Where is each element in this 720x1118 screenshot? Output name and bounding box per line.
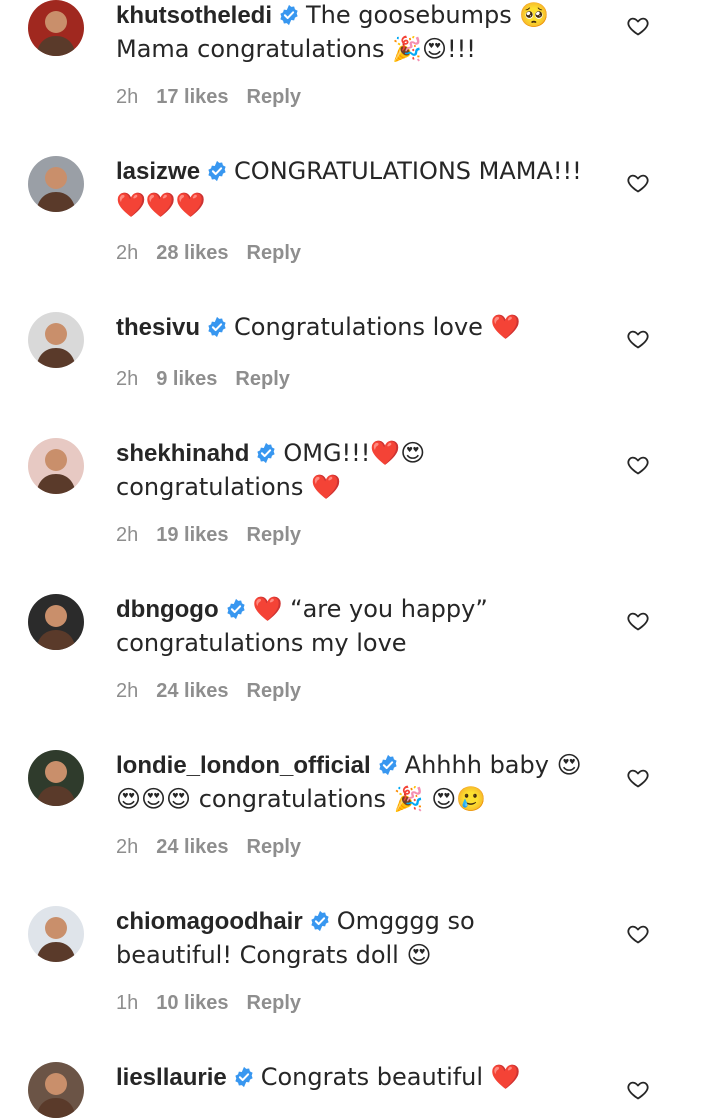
comment-text-block: lasizwe CONGRATULATIONS MAMA!!! ❤️❤️❤️ bbox=[116, 156, 596, 221]
comment-meta: 1h 10 likes Reply bbox=[116, 992, 319, 1015]
verified-badge-icon bbox=[278, 3, 300, 34]
comment-text-block: dbngogo ❤️ “are you happy” congratulation… bbox=[116, 594, 596, 659]
verified-badge-icon bbox=[309, 909, 331, 940]
verified-badge-icon bbox=[206, 315, 228, 346]
heart-outline-icon[interactable] bbox=[626, 171, 650, 195]
comment-time: 2h bbox=[116, 524, 139, 546]
avatar[interactable] bbox=[28, 156, 84, 212]
comment-time: 2h bbox=[116, 680, 139, 702]
comment-username[interactable]: thesivu bbox=[116, 314, 200, 341]
heart-outline-icon[interactable] bbox=[626, 766, 650, 790]
reply-button[interactable]: Reply bbox=[247, 86, 301, 108]
comment-likes[interactable]: 9 likes bbox=[156, 368, 217, 390]
avatar[interactable] bbox=[28, 0, 84, 56]
comment-time: 2h bbox=[116, 836, 139, 858]
verified-badge-icon bbox=[255, 441, 277, 472]
heart-outline-icon[interactable] bbox=[626, 327, 650, 351]
comment-likes[interactable]: 19 likes bbox=[156, 524, 228, 546]
comment-username[interactable]: khutsotheledi bbox=[116, 2, 272, 29]
comment-username[interactable]: londie_london_official bbox=[116, 752, 371, 779]
reply-button[interactable]: Reply bbox=[247, 680, 301, 702]
comment-meta: 2h 9 likes Reply bbox=[116, 368, 308, 391]
comment-meta: 2h 24 likes Reply bbox=[116, 680, 319, 703]
reply-button[interactable]: Reply bbox=[247, 836, 301, 858]
comment-username[interactable]: shekhinahd bbox=[116, 440, 249, 467]
comment-likes[interactable]: 10 likes bbox=[156, 992, 228, 1014]
comment-meta: 2h 19 likes Reply bbox=[116, 524, 319, 547]
heart-outline-icon[interactable] bbox=[626, 453, 650, 477]
verified-badge-icon bbox=[233, 1065, 255, 1096]
heart-outline-icon[interactable] bbox=[626, 14, 650, 38]
comment-username[interactable]: dbngogo bbox=[116, 596, 219, 623]
comment-username[interactable]: lasizwe bbox=[116, 158, 200, 185]
comment-username[interactable]: liesllaurie bbox=[116, 1064, 227, 1091]
comment-likes[interactable]: 17 likes bbox=[156, 86, 228, 108]
comment-meta: 2h 24 likes Reply bbox=[116, 836, 319, 859]
avatar[interactable] bbox=[28, 750, 84, 806]
comment-text-block: thesivu Congratulations love ❤️ bbox=[116, 312, 596, 346]
comment-meta: 2h 28 likes Reply bbox=[116, 242, 319, 265]
avatar[interactable] bbox=[28, 594, 84, 650]
comment-body: Congratulations love ❤️ bbox=[234, 313, 521, 341]
comment-text-block: liesllaurie Congrats beautiful ❤️ bbox=[116, 1062, 596, 1096]
avatar[interactable] bbox=[28, 906, 84, 962]
comment-text-block: khutsotheledi The goosebumps 🥺 Mama congr… bbox=[116, 0, 596, 65]
heart-outline-icon[interactable] bbox=[626, 922, 650, 946]
reply-button[interactable]: Reply bbox=[247, 524, 301, 546]
reply-button[interactable]: Reply bbox=[235, 368, 289, 390]
avatar[interactable] bbox=[28, 438, 84, 494]
comment-likes[interactable]: 28 likes bbox=[156, 242, 228, 264]
reply-button[interactable]: Reply bbox=[247, 242, 301, 264]
comment-text-block: shekhinahd OMG!!!❤️😍congratulations ❤️ bbox=[116, 438, 596, 503]
verified-badge-icon bbox=[206, 159, 228, 190]
avatar[interactable] bbox=[28, 1062, 84, 1118]
comment-likes[interactable]: 24 likes bbox=[156, 836, 228, 858]
avatar[interactable] bbox=[28, 312, 84, 368]
verified-badge-icon bbox=[225, 597, 247, 628]
comment-username[interactable]: chiomagoodhair bbox=[116, 908, 303, 935]
comment-likes[interactable]: 24 likes bbox=[156, 680, 228, 702]
comment-time: 2h bbox=[116, 242, 139, 264]
comment-meta: 2h 17 likes Reply bbox=[116, 86, 319, 109]
comment-time: 2h bbox=[116, 368, 139, 390]
heart-outline-icon[interactable] bbox=[626, 609, 650, 633]
comment-time: 1h bbox=[116, 992, 139, 1014]
reply-button[interactable]: Reply bbox=[247, 992, 301, 1014]
comment-body: Congrats beautiful ❤️ bbox=[260, 1063, 521, 1091]
comment-time: 2h bbox=[116, 86, 139, 108]
heart-outline-icon[interactable] bbox=[626, 1078, 650, 1102]
comment-text-block: londie_london_official Ahhhh baby 😍😍😍😍 co… bbox=[116, 750, 596, 815]
verified-badge-icon bbox=[377, 753, 399, 784]
comment-text-block: chiomagoodhair Omgggg so beautiful! Congr… bbox=[116, 906, 596, 971]
